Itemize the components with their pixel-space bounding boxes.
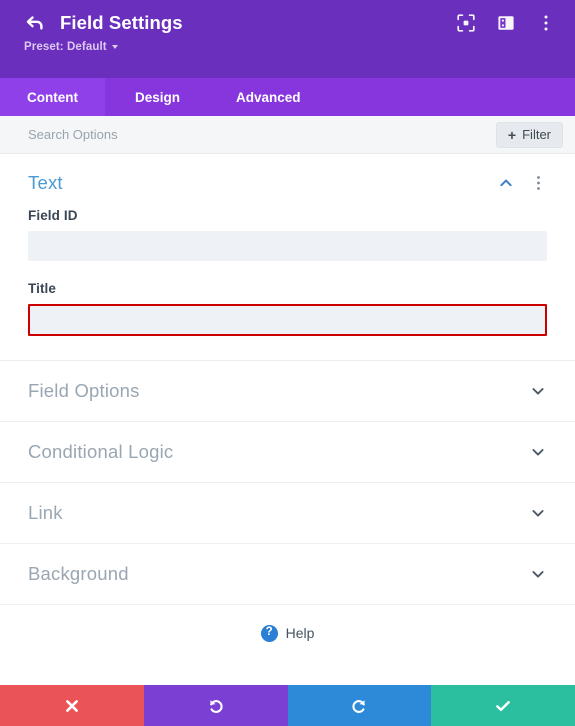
- section-text-header: Text: [28, 172, 547, 194]
- accordion-conditional-logic-label: Conditional Logic: [28, 441, 174, 462]
- tab-content-label: Content: [27, 89, 78, 105]
- accordion-conditional-logic[interactable]: Conditional Logic: [0, 422, 575, 483]
- tab-advanced-label: Advanced: [236, 89, 301, 105]
- save-button[interactable]: [431, 685, 575, 726]
- accordion-link[interactable]: Link: [0, 483, 575, 544]
- preset-selector[interactable]: Preset: Default: [24, 41, 118, 53]
- cancel-button[interactable]: [0, 685, 144, 726]
- tab-bar: Content Design Advanced: [0, 78, 575, 116]
- field-group-title: Title: [28, 281, 547, 336]
- more-options-icon[interactable]: [535, 12, 557, 34]
- field-settings-modal: Field Settings Preset: Default Content D…: [0, 0, 575, 726]
- chevron-up-icon[interactable]: [497, 174, 515, 192]
- back-arrow-icon[interactable]: [24, 12, 46, 34]
- field-group-field-id: Field ID: [28, 208, 547, 261]
- action-bar: [0, 685, 575, 726]
- filter-button-label: Filter: [522, 127, 551, 142]
- preset-label: Preset: Default: [24, 41, 107, 53]
- field-id-label: Field ID: [28, 208, 78, 223]
- settings-body: Text Field ID Title Field Options Condit…: [0, 154, 575, 685]
- help-question-icon: ?: [260, 624, 278, 642]
- tab-advanced[interactable]: Advanced: [210, 78, 323, 116]
- section-text: Text Field ID Title: [0, 154, 575, 360]
- accordion-field-options[interactable]: Field Options: [0, 361, 575, 422]
- search-input[interactable]: [28, 116, 496, 153]
- layout-panel-icon[interactable]: [495, 12, 517, 34]
- accordion-background[interactable]: Background: [0, 544, 575, 605]
- checkmark-icon: [496, 700, 510, 711]
- field-id-input[interactable]: [28, 231, 547, 261]
- chevron-down-icon: [529, 443, 547, 461]
- search-bar: + Filter: [0, 116, 575, 154]
- section-text-actions: [497, 174, 547, 192]
- chevron-down-icon: [529, 382, 547, 400]
- focus-frame-icon[interactable]: [455, 12, 477, 34]
- section-more-options-icon[interactable]: [529, 174, 547, 192]
- close-x-icon: [65, 699, 78, 712]
- tab-design[interactable]: Design: [105, 78, 210, 116]
- page-title: Field Settings: [60, 12, 183, 33]
- help-button[interactable]: ? Help: [0, 605, 575, 661]
- accordion-background-label: Background: [28, 563, 129, 584]
- redo-arrow-icon: [352, 699, 366, 713]
- chevron-down-icon: [111, 45, 118, 49]
- header-top-row: Field Settings: [24, 12, 557, 34]
- tab-design-label: Design: [134, 89, 180, 105]
- title-input[interactable]: [28, 304, 547, 336]
- tab-content[interactable]: Content: [0, 78, 105, 116]
- title-label: Title: [28, 281, 57, 296]
- redo-button[interactable]: [287, 685, 432, 726]
- chevron-down-icon: [529, 565, 547, 583]
- help-label: Help: [285, 625, 315, 641]
- undo-button[interactable]: [143, 685, 288, 726]
- undo-arrow-icon: [209, 699, 223, 713]
- accordion-link-label: Link: [28, 502, 63, 523]
- header-actions: [455, 12, 557, 34]
- filter-button[interactable]: + Filter: [495, 121, 563, 148]
- section-text-title: Text: [28, 172, 63, 193]
- plus-icon: +: [507, 126, 517, 143]
- accordion-field-options-label: Field Options: [28, 380, 140, 401]
- chevron-down-icon: [529, 504, 547, 522]
- modal-header: Field Settings Preset: Default: [0, 0, 575, 78]
